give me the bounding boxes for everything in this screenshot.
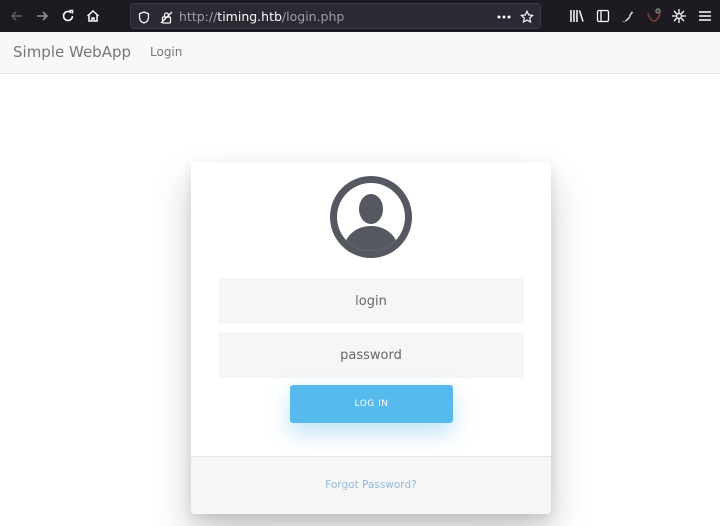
pocket-icon[interactable] bbox=[646, 8, 662, 24]
addon-icon[interactable] bbox=[671, 8, 687, 24]
bottom-dotted-divider bbox=[272, 520, 472, 522]
menu-icon[interactable] bbox=[697, 8, 713, 24]
more-icon[interactable] bbox=[497, 10, 511, 24]
login-button[interactable]: LOG IN bbox=[290, 385, 453, 423]
app-navbar: Simple WebApp Login bbox=[0, 32, 720, 74]
forgot-password-link[interactable]: Forgot Password? bbox=[191, 479, 551, 491]
card-footer: Forgot Password? bbox=[191, 456, 551, 514]
login-card: LOG IN Forgot Password? bbox=[191, 162, 551, 514]
extension-icon[interactable] bbox=[620, 8, 636, 24]
browser-toolbar: http://timing.htb/login.php bbox=[0, 0, 720, 32]
password-field[interactable] bbox=[218, 332, 524, 378]
home-icon[interactable] bbox=[82, 5, 104, 27]
nav-link-login[interactable]: Login bbox=[150, 45, 182, 59]
forward-icon[interactable] bbox=[31, 5, 53, 27]
no-lock-icon[interactable] bbox=[159, 10, 173, 24]
shield-icon[interactable] bbox=[137, 10, 151, 24]
star-icon[interactable] bbox=[520, 10, 534, 24]
url-path: /login.php bbox=[281, 9, 345, 24]
url-host: timing.htb bbox=[217, 9, 282, 24]
reload-icon[interactable] bbox=[57, 5, 79, 27]
user-avatar-icon bbox=[330, 176, 412, 258]
url-bar[interactable]: http://timing.htb/login.php bbox=[130, 3, 541, 29]
url-text[interactable]: http://timing.htb/login.php bbox=[179, 9, 344, 24]
back-icon[interactable] bbox=[6, 5, 28, 27]
library-icon[interactable] bbox=[569, 8, 585, 24]
login-field[interactable] bbox=[218, 278, 524, 324]
reader-icon[interactable] bbox=[595, 8, 611, 24]
url-protocol: http:// bbox=[179, 9, 218, 24]
brand-title[interactable]: Simple WebApp bbox=[13, 43, 131, 61]
